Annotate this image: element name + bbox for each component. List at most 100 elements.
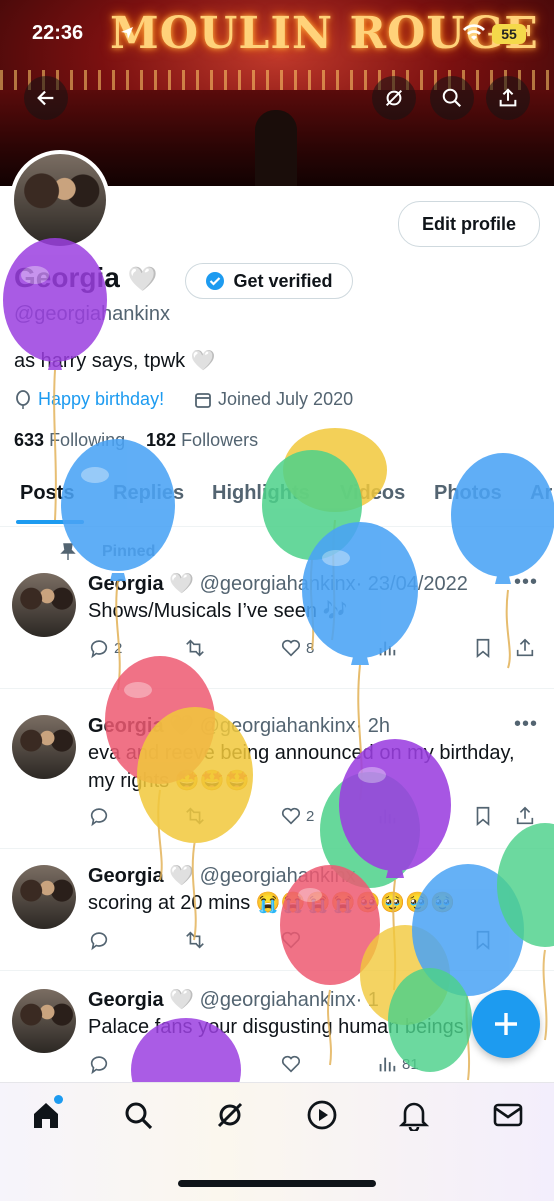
followers-link[interactable]: 182 Followers — [146, 430, 258, 451]
repost-button[interactable] — [184, 637, 206, 659]
views-count: 81 — [402, 1055, 419, 1073]
profile-handle: @georgiahankinx — [14, 303, 170, 325]
post-actions — [88, 929, 538, 955]
repost-icon — [186, 807, 204, 825]
like-button[interactable] — [280, 929, 302, 951]
nav-grok[interactable] — [214, 1099, 246, 1136]
reply-button[interactable] — [88, 805, 110, 827]
reply-button[interactable] — [88, 929, 110, 951]
author-name: Georgia — [88, 865, 164, 887]
following-link[interactable]: 633 Following — [14, 430, 125, 451]
profile-avatar[interactable] — [10, 150, 110, 250]
heart-emoji: 🤍 — [169, 865, 195, 887]
author-handle: @georgiahankinx — [199, 573, 356, 595]
views-icon — [379, 809, 396, 824]
more-options-icon[interactable]: ••• — [514, 713, 538, 736]
post-text: eva and reeve being announced on my birt… — [88, 742, 515, 792]
like-button[interactable] — [280, 1053, 302, 1075]
tab-photos[interactable]: Photos — [434, 482, 502, 505]
pin-icon — [60, 543, 76, 560]
avatar[interactable] — [12, 989, 76, 1053]
repost-icon — [186, 639, 204, 657]
mail-icon — [493, 1103, 523, 1127]
bell-icon — [398, 1102, 430, 1133]
heart-emoji: 🤍 — [169, 715, 195, 737]
heart-emoji: 🤍 — [127, 266, 158, 293]
tab-highlights[interactable]: Highlights — [212, 482, 310, 505]
like-count: 2 — [306, 807, 315, 825]
joined-text: Joined July 2020 — [218, 389, 354, 409]
grok-icon — [217, 1102, 243, 1128]
post-item[interactable]: Georgia 🤍 @georgiahankinx· 1 Palace fans… — [0, 971, 554, 1082]
repost-button[interactable] — [184, 929, 206, 951]
like-icon — [281, 639, 301, 657]
like-count: 8 — [306, 639, 315, 657]
author-name: Georgia — [88, 573, 164, 595]
share-icon — [516, 806, 534, 825]
views-icon — [379, 1057, 396, 1072]
more-options-icon[interactable]: ••• — [514, 571, 538, 594]
birthday-text[interactable]: Happy birthday! — [38, 389, 164, 410]
bookmark-button[interactable] — [472, 805, 494, 827]
following-label: Following — [49, 430, 126, 450]
like-icon — [281, 931, 301, 949]
post-time: · 1 — [355, 989, 379, 1011]
post-item[interactable]: Pinned Georgia 🤍 @georgiahankinx· 23/04/… — [0, 527, 554, 689]
nav-video[interactable] — [306, 1099, 338, 1136]
post-header: Georgia 🤍 @georgiahankinx· 2h — [88, 713, 390, 738]
bookmark-button[interactable] — [472, 637, 494, 659]
grok-button[interactable] — [372, 76, 416, 120]
reply-button[interactable]: 2 — [88, 637, 122, 659]
like-button[interactable]: 2 — [280, 805, 314, 827]
author-name: Georgia — [88, 715, 164, 737]
grok-icon — [385, 89, 403, 107]
followers-count: 182 — [146, 430, 177, 450]
verified-badge-icon — [206, 272, 225, 290]
bookmark-icon — [476, 930, 490, 951]
reply-button[interactable] — [88, 1053, 110, 1075]
tab-more[interactable]: Ar — [530, 482, 552, 505]
location-icon — [120, 26, 134, 45]
get-verified-button[interactable]: Get verified — [185, 263, 353, 299]
post-header: Georgia 🤍 @georgiahankinx· 23/04/2022 — [88, 571, 468, 596]
tab-replies[interactable]: Replies — [113, 482, 184, 505]
bookmark-icon — [476, 638, 490, 659]
share-button[interactable] — [486, 76, 530, 120]
views-button[interactable] — [376, 637, 398, 659]
banner-person — [255, 110, 297, 186]
post-item[interactable]: Georgia 🤍 @georgiahankinx scoring at 20 … — [0, 849, 554, 971]
post-header: Georgia 🤍 @georgiahankinx· 1 — [88, 987, 379, 1012]
repost-button[interactable] — [184, 805, 206, 827]
views-button[interactable]: 81 — [376, 1053, 419, 1075]
post-item[interactable]: Georgia 🤍 @georgiahankinx· 2h ••• eva an… — [0, 689, 554, 849]
compose-button[interactable] — [472, 990, 540, 1058]
share-post-button[interactable] — [514, 805, 536, 827]
views-button[interactable] — [376, 805, 398, 827]
back-button[interactable] — [24, 76, 68, 120]
tab-posts[interactable]: Posts — [20, 482, 74, 505]
avatar[interactable] — [12, 573, 76, 637]
like-icon — [281, 1055, 301, 1073]
nav-search[interactable] — [122, 1099, 154, 1136]
post-text: Shows/Musicals I’ve seen 🎶 — [88, 600, 348, 622]
pinned-row: Pinned — [60, 543, 155, 561]
search-button[interactable] — [430, 76, 474, 120]
nav-messages[interactable] — [492, 1099, 524, 1136]
nav-home[interactable] — [30, 1095, 63, 1136]
share-icon — [499, 88, 517, 107]
like-button[interactable]: 8 — [280, 637, 314, 659]
pinned-label: Pinned — [102, 543, 156, 560]
get-verified-label: Get verified — [233, 270, 333, 291]
post-actions: 2 8 — [88, 637, 538, 663]
heart-emoji: 🤍 — [169, 989, 195, 1011]
author-handle: @georgiahankinx — [199, 865, 356, 887]
post-header: Georgia 🤍 @georgiahankinx — [88, 863, 356, 888]
edit-profile-button[interactable]: Edit profile — [398, 201, 540, 247]
avatar[interactable] — [12, 865, 76, 929]
share-post-button[interactable] — [514, 637, 536, 659]
avatar[interactable] — [12, 715, 76, 779]
status-time: 22:36 — [32, 22, 84, 44]
tab-videos[interactable]: Videos — [340, 482, 405, 505]
nav-notifications[interactable] — [398, 1099, 430, 1136]
bookmark-button[interactable] — [472, 929, 494, 951]
